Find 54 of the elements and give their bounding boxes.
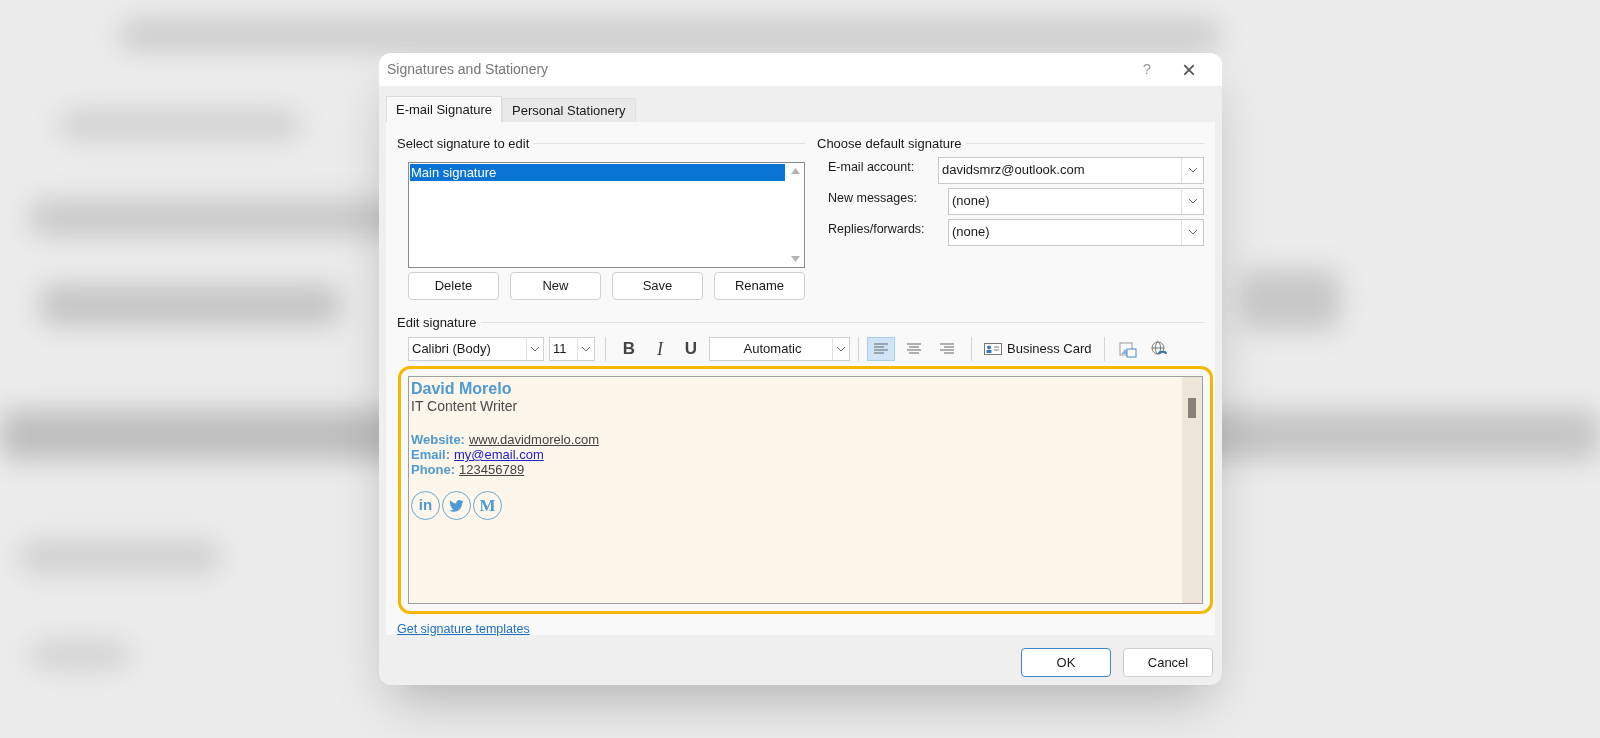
align-right-icon [939,343,955,355]
field-label: Replies/forwards: [828,220,926,238]
align-left-button[interactable] [867,337,895,361]
underline-button[interactable]: U [678,336,704,362]
action-button[interactable]: New [510,271,601,300]
scroll-down-icon[interactable] [790,255,800,262]
field-label: E-mail account: [828,158,916,176]
signature-list[interactable]: Main signature [408,161,805,268]
size-dropdown[interactable]: 11 [549,337,595,361]
business-card-button[interactable]: Business Card [982,337,1094,361]
list-item[interactable]: Main signature [410,163,785,181]
chevron-down-icon [1187,198,1198,204]
chevron-down-icon [1187,229,1198,235]
italic-button[interactable]: I [647,335,673,363]
chevron-down-icon [836,346,846,352]
chevron-down-icon [530,346,540,352]
dropdown-field[interactable]: (none) [948,187,1204,215]
contact-link[interactable]: www.davidmorelo.com [468,432,599,447]
section-heading: Edit signature [397,313,477,332]
scrollbar-thumb[interactable] [1188,398,1196,418]
section-heading: Choose default signature [817,135,962,153]
cancel-button[interactable]: Cancel [1123,648,1213,677]
ok-button[interactable]: OK [1021,648,1111,677]
contact-label: Email: [411,447,450,462]
align-center-icon [906,343,922,355]
dropdown-field[interactable]: davidsmrz@outlook.com [938,156,1204,184]
tab[interactable]: Personal Stationery [502,98,636,122]
signature-editor[interactable]: David Morelo IT Content Writer Website: www.davidmorelo.com Email: my@email.com Phone: 123456789 in M [408,376,1203,604]
contact-link[interactable]: 123456789 [459,462,525,477]
section-heading: Select signature to edit [397,135,530,153]
font-dropdown[interactable]: Calibri (Body) [408,337,544,361]
scroll-up-icon[interactable] [790,167,800,174]
tab[interactable]: E-mail Signature [386,96,503,122]
close-button[interactable]: × [1174,57,1204,82]
dropdown-field[interactable]: (none) [948,218,1204,246]
signature-title: IT Content Writer [411,398,519,415]
picture-icon [1118,340,1137,358]
window-title: Signatures and Stationery [387,60,549,79]
color-dropdown[interactable]: Automatic [709,337,850,361]
bold-button[interactable]: B [616,336,642,362]
chevron-down-icon [1187,167,1198,173]
action-button[interactable]: Save [612,271,703,300]
align-left-icon [873,343,889,355]
field-label: New messages: [828,189,918,207]
contact-card-icon [984,343,1002,355]
contact-label: Phone: [411,462,456,477]
chevron-down-icon [581,346,591,352]
contact-label: Website: [411,432,465,447]
signature-name: David Morelo [411,379,513,398]
action-button[interactable]: Rename [714,271,805,300]
templates-link[interactable]: Get signature templates [397,620,530,639]
action-button[interactable]: Delete [408,271,499,300]
contact-link[interactable]: my@email.com [454,447,544,462]
globe-link-icon [1149,340,1168,358]
